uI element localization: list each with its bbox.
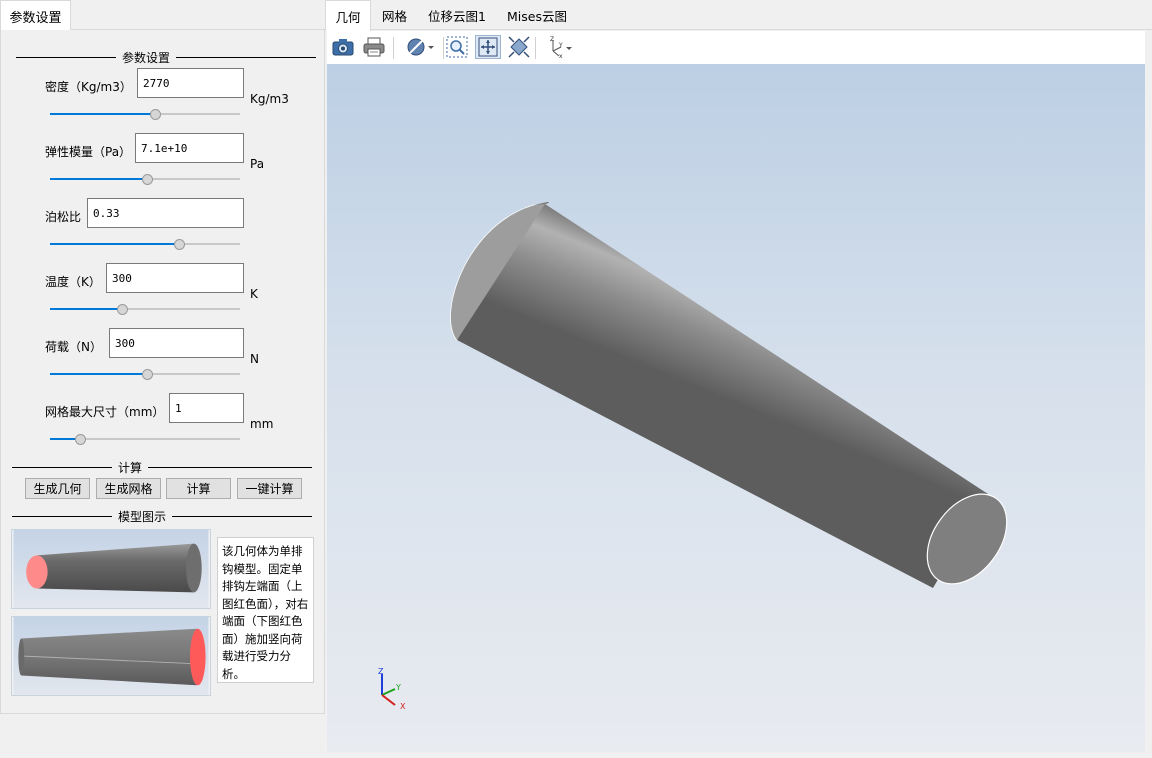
display-mode-icon[interactable] xyxy=(405,35,437,59)
zoom-box-icon[interactable] xyxy=(444,35,470,59)
slider-thumb[interactable] xyxy=(174,239,186,250)
pan-icon[interactable] xyxy=(506,35,532,59)
tab-params[interactable]: 参数设置 xyxy=(0,0,71,31)
param-group-header: 参数设置 xyxy=(16,49,316,66)
load-unit: N xyxy=(250,352,259,366)
model-image-right-face xyxy=(11,616,211,696)
modulus-slider[interactable] xyxy=(50,174,240,185)
density-unit: Kg/m3 xyxy=(250,92,289,106)
poisson-slider[interactable] xyxy=(50,239,240,250)
fixed-face-highlight xyxy=(26,555,48,589)
print-icon[interactable] xyxy=(361,35,387,59)
param-modulus: 弹性模量（Pa） Pa xyxy=(0,133,320,195)
modulus-label: 弹性模量（Pa） xyxy=(45,145,132,159)
geometry-view: Z Y X xyxy=(378,202,1008,711)
compute-group-title: 计算 xyxy=(118,461,143,475)
temperature-label: 温度（K） xyxy=(45,275,101,289)
slider-thumb[interactable] xyxy=(149,109,161,120)
param-load: 荷载（N） N xyxy=(0,328,320,390)
load-label: 荷载（N） xyxy=(45,340,102,354)
mesh-size-input[interactable] xyxy=(169,393,244,423)
right-tabbar: 几何 网格 位移云图1 Mises云图 xyxy=(325,0,1152,31)
load-face-highlight xyxy=(189,628,206,686)
param-density: 密度（Kg/m3） Kg/m3 xyxy=(0,68,320,130)
load-slider[interactable] xyxy=(50,369,240,380)
tab-mises[interactable]: Mises云图 xyxy=(501,0,573,30)
slider-thumb[interactable] xyxy=(141,174,153,185)
temperature-input[interactable] xyxy=(106,263,244,293)
param-group-title: 参数设置 xyxy=(122,51,171,65)
poisson-input[interactable] xyxy=(87,198,244,228)
modulus-unit: Pa xyxy=(250,157,265,171)
load-input[interactable] xyxy=(109,328,244,358)
model-description: 该几何体为单排钩模型。固定单排钩左端面（上图红色面），对右端面（下图红色面）施加… xyxy=(217,537,314,683)
density-slider[interactable] xyxy=(50,109,240,120)
slider-thumb[interactable] xyxy=(117,304,129,315)
slider-thumb[interactable] xyxy=(75,434,87,445)
compute-group-header: 计算 xyxy=(12,459,312,476)
model-group-title: 模型图示 xyxy=(118,510,167,524)
svg-text:Y: Y xyxy=(558,42,563,49)
axis-triad: Z Y X xyxy=(378,667,406,711)
axis-x-label: X xyxy=(400,702,406,711)
poisson-label: 泊松比 xyxy=(45,210,82,224)
mesh-size-unit: mm xyxy=(250,417,274,431)
slider-thumb[interactable] xyxy=(141,369,153,380)
model-image-left-face xyxy=(11,529,211,609)
tab-geometry[interactable]: 几何 xyxy=(325,0,371,31)
density-label: 密度（Kg/m3） xyxy=(45,80,132,94)
density-input[interactable] xyxy=(137,68,244,98)
axis-y-label: Y xyxy=(395,683,401,692)
3d-viewport[interactable]: Z Y X xyxy=(327,64,1145,752)
left-tabbar: 参数设置 xyxy=(0,0,325,31)
svg-text:Z: Z xyxy=(550,36,554,43)
mesh-size-slider[interactable] xyxy=(50,434,240,445)
one-click-compute-button[interactable]: 一键计算 xyxy=(237,478,302,499)
generate-mesh-button[interactable]: 生成网格 xyxy=(96,478,161,499)
svg-text:x: x xyxy=(559,53,563,59)
axes-orientation-icon[interactable]: ZYx xyxy=(543,35,575,59)
param-mesh-size: 网格最大尺寸（mm） mm xyxy=(0,393,320,455)
compute-button[interactable]: 计算 xyxy=(166,478,231,499)
generate-geometry-button[interactable]: 生成几何 xyxy=(25,478,90,499)
param-temperature: 温度（K） K xyxy=(0,263,320,325)
mesh-size-label: 网格最大尺寸（mm） xyxy=(45,405,165,419)
tab-displacement[interactable]: 位移云图1 xyxy=(421,0,493,30)
param-poisson: 泊松比 xyxy=(0,198,320,260)
modulus-input[interactable] xyxy=(135,133,244,163)
model-group-header: 模型图示 xyxy=(12,508,312,525)
temperature-unit: K xyxy=(250,287,258,301)
tab-mesh[interactable]: 网格 xyxy=(372,0,417,30)
axis-z-label: Z xyxy=(378,667,384,676)
camera-icon[interactable] xyxy=(330,35,356,59)
cylinder-body xyxy=(457,202,988,588)
viewer-toolbar: ZYx xyxy=(327,31,1145,64)
temperature-slider[interactable] xyxy=(50,304,240,315)
fit-view-icon[interactable] xyxy=(475,35,501,59)
